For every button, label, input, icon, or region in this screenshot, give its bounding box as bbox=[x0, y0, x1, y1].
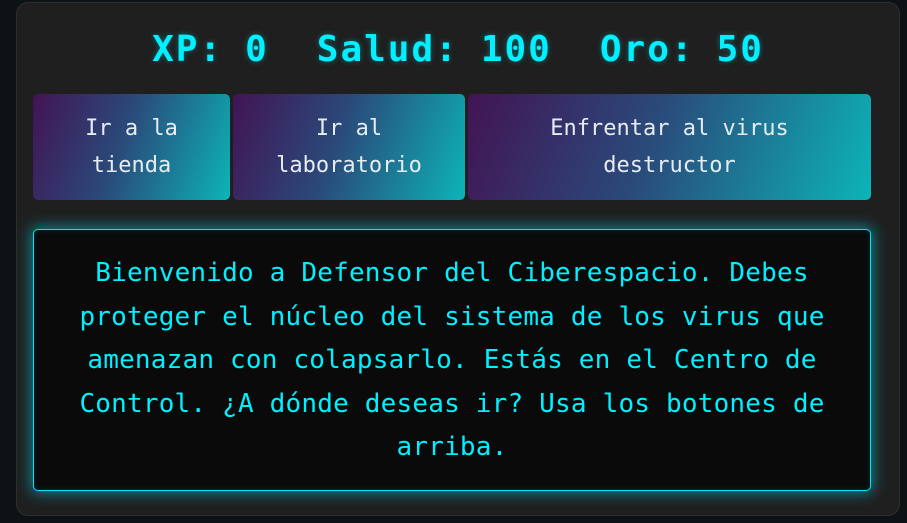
xp-value: 0 bbox=[245, 28, 269, 70]
controls: Ir a la tienda Ir al laboratorio Enfrent… bbox=[33, 94, 871, 200]
health-value: 100 bbox=[480, 28, 552, 70]
fight-virus-button[interactable]: Enfrentar al virus destructor bbox=[468, 94, 871, 200]
go-store-button[interactable]: Ir a la tienda bbox=[33, 94, 230, 200]
game-container: XP: 0 Salud: 100 Oro: 50 Ir a la tienda Ir … bbox=[16, 2, 900, 516]
story-text: Bienvenido a Defensor del Ciberespacio. … bbox=[79, 258, 825, 462]
stats-bar: XP: 0 Salud: 100 Oro: 50 bbox=[35, 19, 881, 79]
gold-stat: Oro: 50 bbox=[600, 29, 764, 70]
xp-stat: XP: 0 bbox=[152, 29, 269, 70]
gold-label: Oro: bbox=[599, 28, 695, 70]
health-stat: Salud: 100 bbox=[317, 29, 552, 70]
xp-label: XP: bbox=[152, 28, 224, 70]
health-label: Salud: bbox=[316, 28, 459, 70]
gold-value: 50 bbox=[716, 28, 764, 70]
story-text-box: Bienvenido a Defensor del Ciberespacio. … bbox=[33, 229, 871, 491]
go-lab-button[interactable]: Ir al laboratorio bbox=[233, 94, 465, 200]
